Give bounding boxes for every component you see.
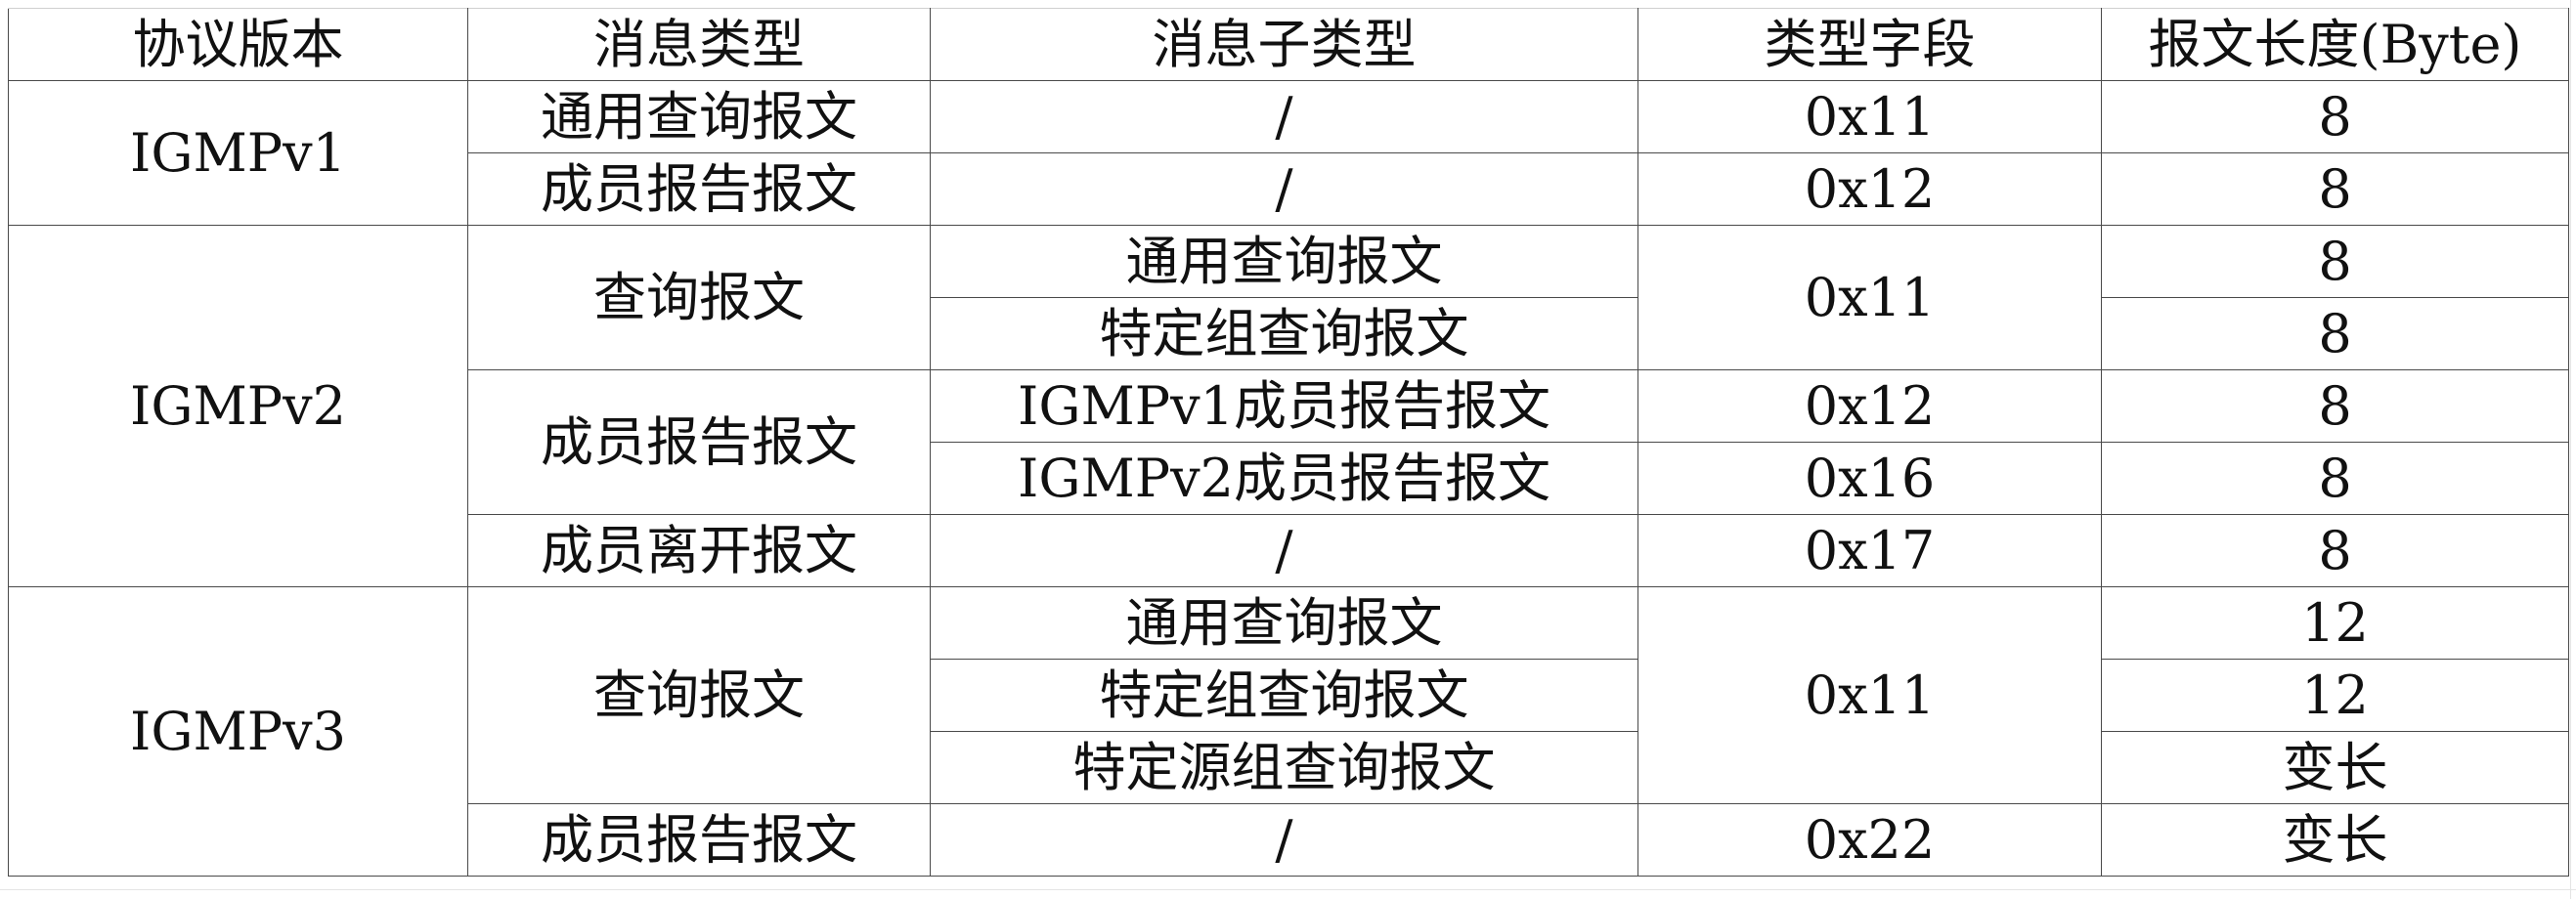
header-message-length[interactable]: 报文长度(Byte) — [2101, 8, 2569, 81]
cell-message-subtype[interactable]: / — [930, 514, 1638, 587]
header-type-field[interactable]: 类型字段 — [1637, 8, 2102, 81]
table-row: IGMPv1 通用查询报文 / 0x11 8 — [8, 80, 2569, 226]
cell-message-subtype[interactable]: IGMPv2成员报告报文 — [930, 442, 1638, 515]
cell-message-type[interactable]: 成员报告报文 — [467, 803, 931, 877]
cell-message-subtype[interactable]: IGMPv1成员报告报文 — [930, 369, 1638, 443]
cell-message-type[interactable]: 成员离开报文 — [467, 514, 931, 587]
cell-version-igmpv3[interactable]: IGMPv3 — [8, 586, 468, 877]
cell-message-subtype[interactable]: 特定组查询报文 — [930, 297, 1638, 370]
cell-length[interactable]: 8 — [2101, 369, 2569, 443]
cell-length[interactable]: 12 — [2101, 659, 2569, 732]
cell-length[interactable]: 8 — [2101, 514, 2569, 587]
cell-type-field[interactable]: 0x12 — [1637, 369, 2102, 443]
cell-length[interactable]: 8 — [2101, 297, 2569, 370]
cell-version-igmpv2[interactable]: IGMPv2 — [8, 225, 468, 587]
cell-type-field[interactable]: 0x16 — [1637, 442, 2102, 515]
cell-version-igmpv1[interactable]: IGMPv1 — [8, 80, 468, 226]
cell-length[interactable]: 12 — [2101, 586, 2569, 660]
cell-message-type[interactable]: 成员报告报文 — [467, 152, 931, 226]
cell-type-field[interactable]: 0x11 — [1637, 80, 2102, 153]
cell-length[interactable]: 变长 — [2101, 731, 2569, 804]
cell-type-field[interactable]: 0x17 — [1637, 514, 2102, 587]
table-row: IGMPv3 查询报文 通用查询报文 0x11 12 — [8, 586, 2569, 877]
cell-type-field[interactable]: 0x11 — [1637, 225, 2102, 370]
cell-length[interactable]: 8 — [2101, 442, 2569, 515]
cell-message-subtype[interactable]: 特定组查询报文 — [930, 659, 1638, 732]
igmp-message-table: 协议版本 消息类型 消息子类型 类型字段 报文长度(Byte) IGMPv1 通… — [8, 8, 2569, 877]
cell-type-field[interactable]: 0x11 — [1637, 586, 2102, 804]
cell-message-subtype[interactable]: 通用查询报文 — [930, 225, 1638, 298]
cell-type-field[interactable]: 0x22 — [1637, 803, 2102, 877]
cell-length[interactable]: 8 — [2101, 80, 2569, 153]
cell-message-subtype[interactable]: 通用查询报文 — [930, 586, 1638, 660]
cell-length[interactable]: 变长 — [2101, 803, 2569, 877]
cell-message-type[interactable]: 查询报文 — [467, 586, 931, 804]
cell-message-subtype[interactable]: 特定源组查询报文 — [930, 731, 1638, 804]
spreadsheet-sheet: 协议版本 消息类型 消息子类型 类型字段 报文长度(Byte) IGMPv1 通… — [0, 0, 2576, 899]
header-message-subtype[interactable]: 消息子类型 — [930, 8, 1638, 81]
cell-message-subtype[interactable]: / — [930, 152, 1638, 226]
cell-type-field[interactable]: 0x12 — [1637, 152, 2102, 226]
table-header-row: 协议版本 消息类型 消息子类型 类型字段 报文长度(Byte) — [8, 8, 2569, 81]
header-message-type[interactable]: 消息类型 — [467, 8, 931, 81]
cell-message-subtype[interactable]: / — [930, 80, 1638, 153]
cell-message-type[interactable]: 成员报告报文 — [467, 369, 931, 515]
sheet-gridline — [2570, 0, 2571, 899]
cell-message-type[interactable]: 通用查询报文 — [467, 80, 931, 153]
cell-message-subtype[interactable]: / — [930, 803, 1638, 877]
cell-message-type[interactable]: 查询报文 — [467, 225, 931, 370]
header-protocol-version[interactable]: 协议版本 — [8, 8, 468, 81]
table-row: IGMPv2 查询报文 通用查询报文 0x11 8 — [8, 225, 2569, 587]
cell-length[interactable]: 8 — [2101, 225, 2569, 298]
sheet-gridline — [0, 889, 2576, 890]
cell-length[interactable]: 8 — [2101, 152, 2569, 226]
